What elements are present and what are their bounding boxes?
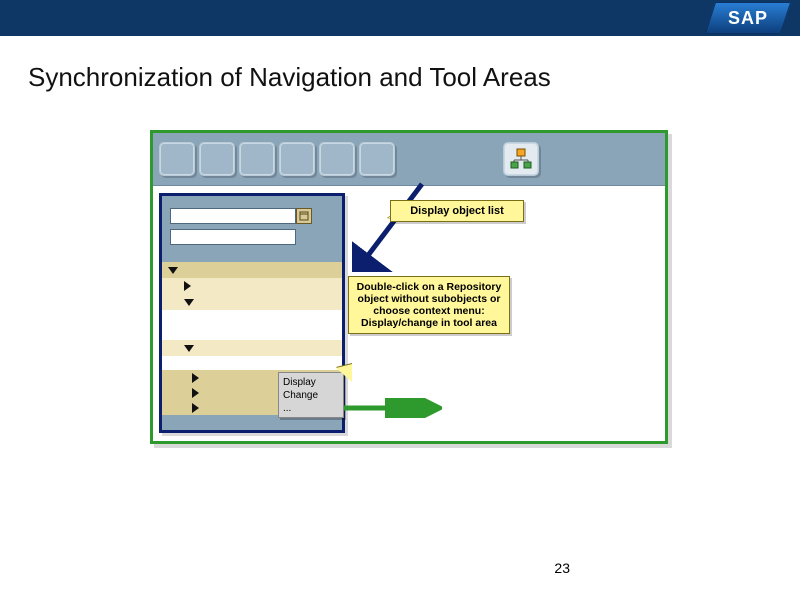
toolbar-button-6[interactable] xyxy=(359,142,395,176)
triangle-closed-icon xyxy=(192,373,199,383)
triangle-closed-icon xyxy=(192,403,199,413)
triangle-closed-icon xyxy=(192,388,199,398)
hierarchy-icon xyxy=(510,148,532,170)
context-menu-change[interactable]: Change xyxy=(283,389,339,402)
slide-title: Synchronization of Navigation and Tool A… xyxy=(28,62,551,93)
callout-double-click-info: Double-click on a Repository object with… xyxy=(348,276,510,334)
tree-node-3[interactable] xyxy=(162,294,342,310)
toolbar-button-2[interactable] xyxy=(199,142,235,176)
sap-logo-text: SAP xyxy=(710,2,786,34)
toolbar xyxy=(153,133,665,186)
toolbar-button-4[interactable] xyxy=(279,142,315,176)
header-bar: SAP xyxy=(0,0,800,36)
context-menu-more[interactable]: ... xyxy=(283,402,339,415)
nav-input-1[interactable] xyxy=(170,208,296,224)
toolbar-button-1[interactable] xyxy=(159,142,195,176)
tree-node-4[interactable] xyxy=(162,310,342,325)
dropdown-icon[interactable] xyxy=(296,208,312,224)
callout-display-object-list: Display object list xyxy=(390,200,524,222)
display-object-list-button[interactable] xyxy=(503,142,539,176)
nav-search-area xyxy=(162,196,342,256)
callout-tail-2 xyxy=(336,364,352,382)
triangle-closed-icon xyxy=(184,281,191,291)
navigation-pane: Display Change ... xyxy=(159,193,345,433)
sap-logo: SAP xyxy=(705,2,791,34)
toolbar-button-3[interactable] xyxy=(239,142,275,176)
triangle-open-icon xyxy=(184,345,194,352)
triangle-open-icon xyxy=(168,267,178,274)
context-menu-display[interactable]: Display xyxy=(283,376,339,389)
tree-node-1[interactable] xyxy=(162,262,342,278)
nav-input-2[interactable] xyxy=(170,229,296,245)
tree-node-2[interactable] xyxy=(162,278,342,294)
page-number: 23 xyxy=(554,560,570,576)
tree-node-7[interactable] xyxy=(162,356,342,370)
triangle-open-icon xyxy=(184,299,194,306)
tree-node-6[interactable] xyxy=(162,340,342,356)
context-menu[interactable]: Display Change ... xyxy=(278,372,344,418)
toolbar-button-5[interactable] xyxy=(319,142,355,176)
tree-node-5[interactable] xyxy=(162,325,342,340)
